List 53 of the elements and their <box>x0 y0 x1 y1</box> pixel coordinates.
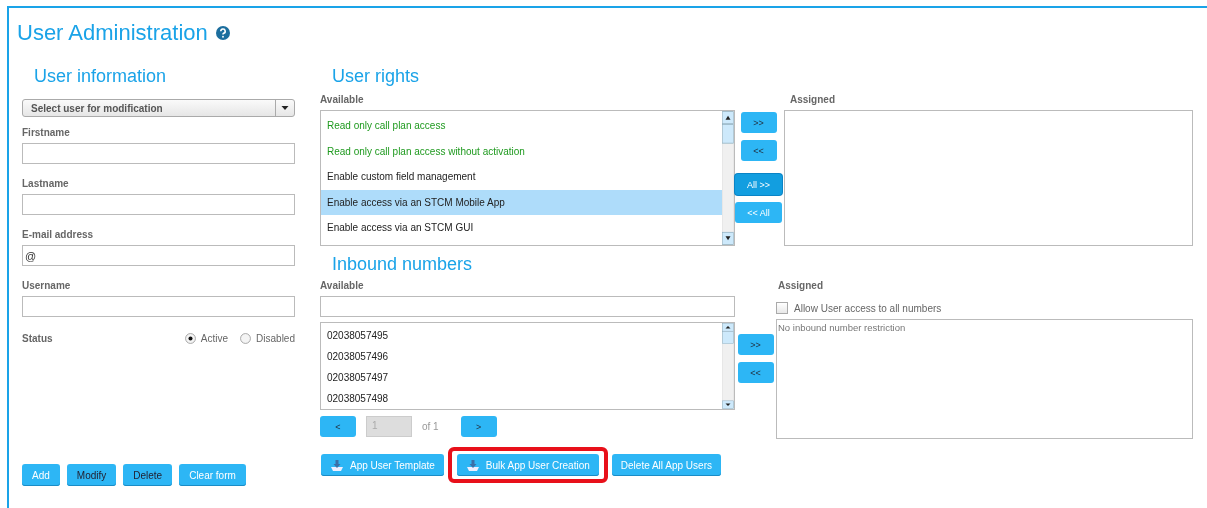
field-label: Username <box>22 280 71 291</box>
next-button[interactable]: > <box>460 416 497 437</box>
form-button[interactable]: Modify <box>66 464 117 486</box>
prev-button[interactable]: < <box>320 416 356 437</box>
available-list[interactable]: Read only call plan access Read only call plan access without activation Enable custom field management Enable access via an STCM Mobile App Enable access via an STCM GUI <box>320 110 735 246</box>
checkbox[interactable] <box>776 302 788 314</box>
move-button[interactable]: >> <box>737 334 774 355</box>
assigned-list[interactable]: No inbound number restriction <box>776 319 1193 439</box>
move-button[interactable]: >> <box>740 112 777 133</box>
page-count: of 1 <box>422 421 439 432</box>
assigned-list[interactable] <box>784 110 1193 246</box>
radio-button[interactable] <box>184 333 196 344</box>
list-item[interactable]: 02038057498 <box>321 388 722 409</box>
list-item[interactable]: Read only call plan access <box>321 113 722 139</box>
radio-label: Active <box>200 333 229 344</box>
page-title: User Administration <box>17 20 208 46</box>
list-item[interactable]: 02038057496 <box>321 346 722 367</box>
scrollbar[interactable] <box>722 323 734 409</box>
move-button[interactable]: All >> <box>735 174 782 195</box>
list-item[interactable]: Read only call plan access without activation <box>321 138 722 164</box>
download-icon <box>465 458 480 472</box>
move-button[interactable]: << <box>740 140 777 161</box>
form-button[interactable]: Delete <box>123 464 173 486</box>
download-icon <box>330 458 344 472</box>
help-icon[interactable] <box>215 26 230 40</box>
list-label: Available <box>320 94 365 105</box>
user-select[interactable]: Select user for modification <box>22 99 295 117</box>
radio-button[interactable] <box>240 333 252 344</box>
field-label: E-mail address <box>22 229 94 240</box>
input-field[interactable] <box>22 296 295 317</box>
checkbox-label: Allow User access to all numbers <box>794 302 942 314</box>
field-label: Firstname <box>22 127 70 138</box>
list-item[interactable]: 02038057495 <box>321 325 722 346</box>
list-label: Assigned <box>778 280 824 291</box>
list-label: Assigned <box>790 94 836 105</box>
available-list[interactable]: 02038057495 02038057496 02038057497 02038057498 <box>320 322 735 410</box>
list-item[interactable]: Enable access via an STCM Mobile App <box>321 189 722 215</box>
input-field[interactable] <box>22 194 295 215</box>
input-field[interactable]: @ <box>22 245 295 266</box>
list-item[interactable]: Enable access via an STCM GUI <box>321 215 722 241</box>
input-field[interactable] <box>22 143 295 164</box>
section-heading: User rights <box>331 66 420 87</box>
list-item[interactable]: Enable custom field management <box>321 164 722 190</box>
radio-label: Disabled <box>256 333 295 344</box>
section-heading: Inbound numbers <box>331 254 473 275</box>
move-button[interactable]: << <box>737 362 774 383</box>
search-field[interactable] <box>320 296 735 317</box>
field-label: Status <box>22 333 54 344</box>
list-item[interactable]: 02038057497 <box>321 367 722 388</box>
list-label: Available <box>320 280 365 291</box>
section-heading: User information <box>33 66 167 87</box>
field-label: Lastname <box>22 178 69 189</box>
scrollbar[interactable] <box>722 111 734 245</box>
